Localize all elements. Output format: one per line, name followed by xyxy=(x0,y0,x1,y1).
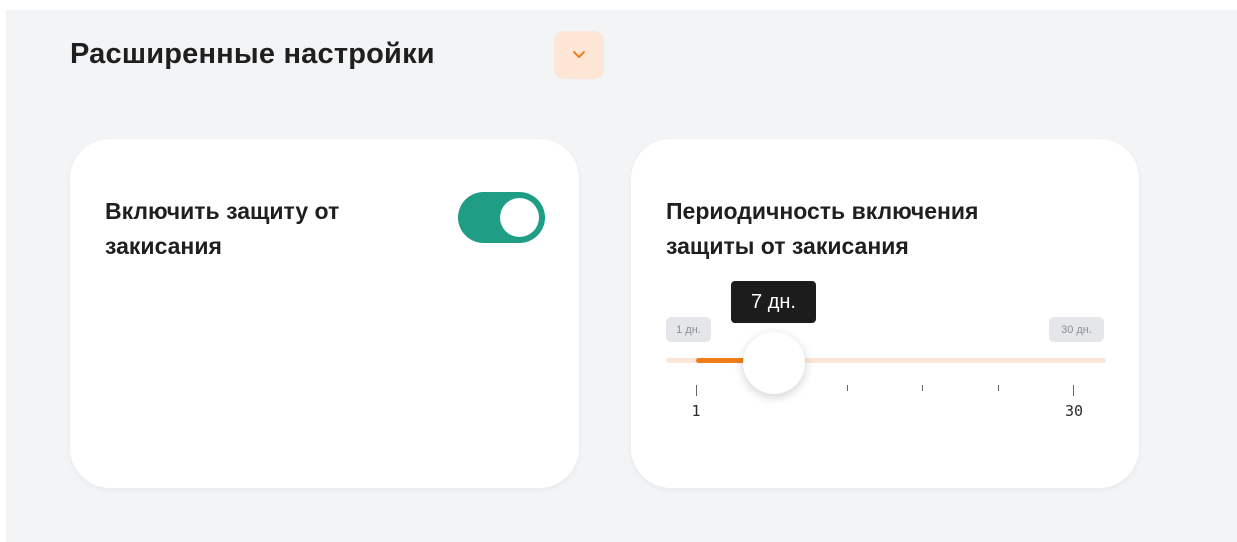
slider-tick xyxy=(847,385,848,391)
slider-tick-label-max: 30 xyxy=(1064,402,1084,420)
slider-track-fill xyxy=(696,358,746,363)
collapse-button[interactable] xyxy=(554,31,604,79)
slider-tick xyxy=(922,385,923,391)
slider-value-tooltip: 7 дн. xyxy=(731,281,816,323)
slider-max-badge: 30 дн. xyxy=(1049,317,1104,342)
periodicity-card: Периодичность включения защиты от закиса… xyxy=(631,139,1139,488)
anti-sticking-card: Включить защиту от закисания xyxy=(70,139,579,488)
slider-tick-min xyxy=(696,385,697,396)
anti-sticking-toggle[interactable] xyxy=(458,192,545,243)
periodicity-label: Периодичность включения защиты от закиса… xyxy=(666,198,979,259)
advanced-settings-panel: Расширенные настройки Включить защиту от… xyxy=(6,10,1237,542)
slider-tick xyxy=(998,385,999,391)
slider-thumb[interactable] xyxy=(743,332,805,394)
anti-sticking-label: Включить защиту от закисания xyxy=(105,198,340,259)
slider-tick-label-min: 1 xyxy=(691,402,701,420)
chevron-down-icon xyxy=(573,51,585,58)
slider-tick-max xyxy=(1073,385,1074,396)
section-title: Расширенные настройки xyxy=(70,38,435,70)
toggle-knob xyxy=(500,198,539,237)
slider-min-badge: 1 дн. xyxy=(666,317,711,342)
